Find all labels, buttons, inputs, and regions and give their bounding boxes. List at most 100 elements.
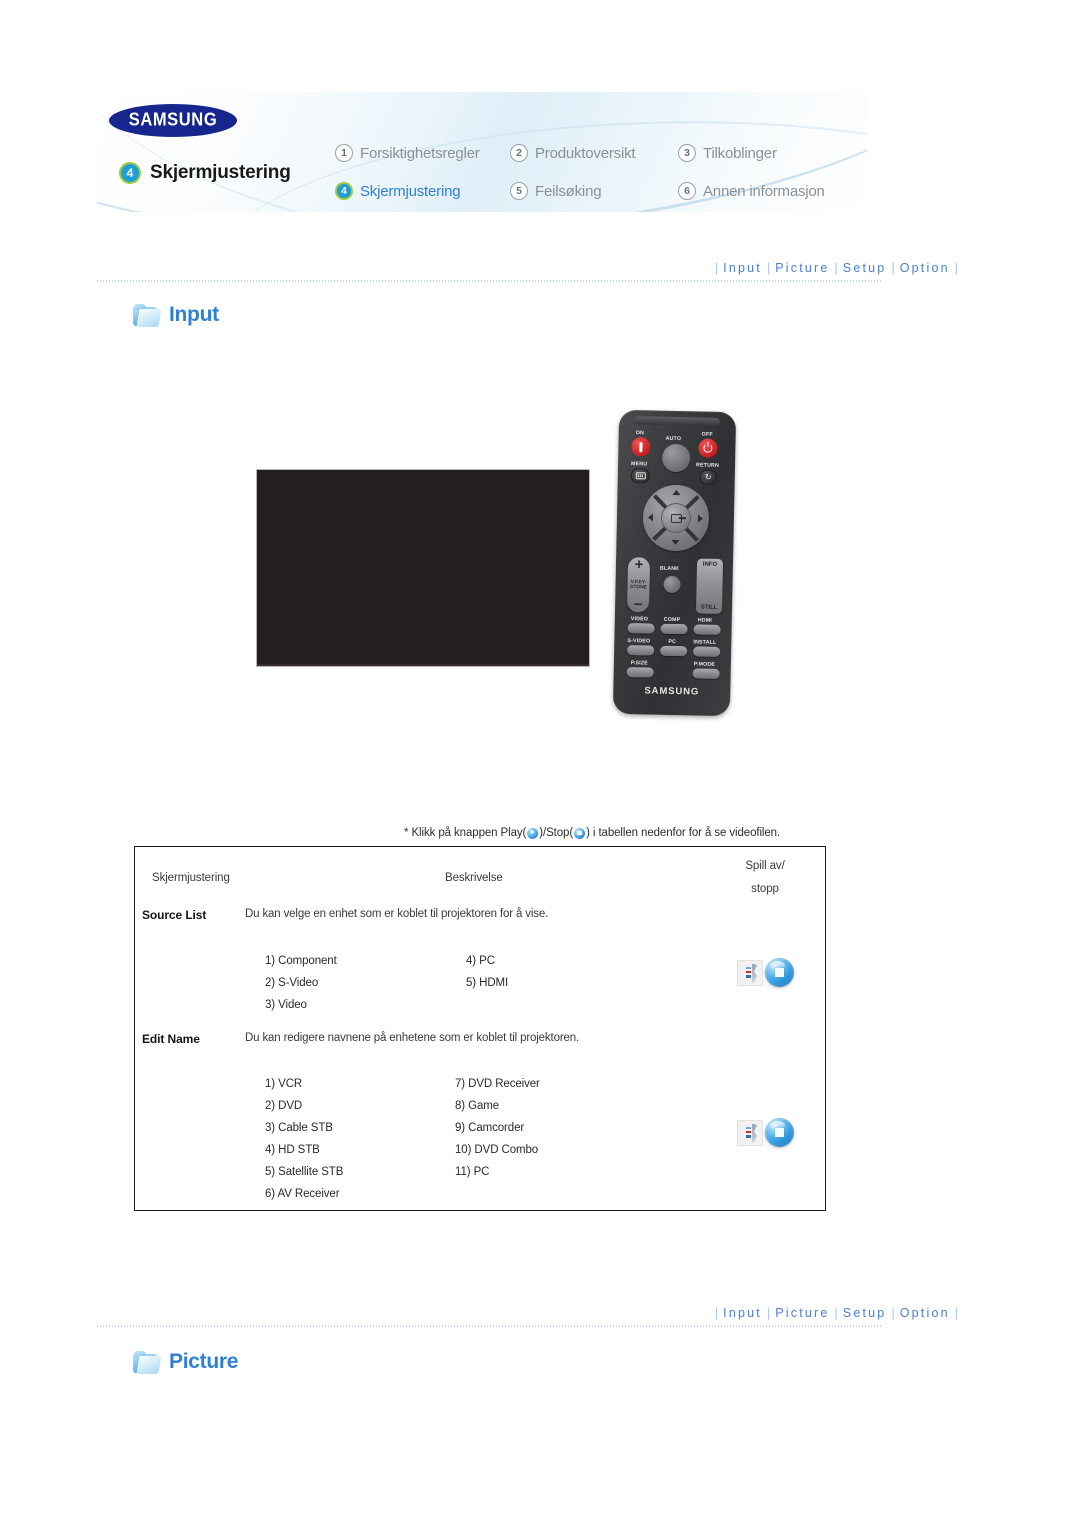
remote-dpad	[642, 484, 710, 552]
subnav-separator: |	[954, 1306, 958, 1320]
table-option-item: 7) DVD Receiver	[455, 1078, 540, 1090]
subnav-link-option[interactable]: Option	[900, 1306, 950, 1320]
nav-label-1: Forsiktighetsregler	[360, 144, 480, 162]
keystone-minus-icon: −	[633, 596, 643, 614]
divider-bottom	[97, 1325, 883, 1327]
subnav-link-picture[interactable]: Picture	[775, 261, 829, 275]
remote-auto-button	[661, 443, 691, 473]
subnav-separator: |	[766, 261, 771, 275]
table-row-desc-edit-name: Du kan redigere navnene på enhetene som …	[245, 1032, 580, 1044]
remote-label-pmode: P.MODE	[693, 661, 716, 668]
table-option-item: 6) AV Receiver	[265, 1188, 340, 1200]
nav-item-tilkoblinger[interactable]: 3 Tilkoblinger	[678, 144, 855, 162]
subnav-link-picture[interactable]: Picture	[775, 1306, 829, 1320]
remote-power-off-button	[698, 438, 718, 458]
media-controls-source-list[interactable]	[737, 958, 794, 987]
remote-control-image: ON OFF AUTO MENU RETURN ↻ + V.KEY-STONE …	[612, 409, 737, 717]
subnav-separator: |	[834, 261, 838, 275]
table-option-item: 2) DVD	[265, 1100, 303, 1112]
current-section-number: 4	[119, 162, 141, 184]
return-icon: ↻	[704, 472, 712, 482]
remote-svideo-button	[627, 645, 655, 656]
keystone-plus-icon: +	[634, 556, 644, 574]
table-option-item: 11) PC	[455, 1166, 490, 1178]
table-header-col1: Skjermjustering	[152, 872, 230, 884]
remote-label-auto: AUTO	[665, 435, 682, 443]
subnav-link-input[interactable]: Input	[723, 1306, 762, 1320]
stop-button[interactable]	[765, 958, 794, 987]
nav-item-feilsoking[interactable]: 5 Feilsøking	[510, 182, 678, 200]
remote-label-still: STILL	[700, 604, 718, 611]
subnav-link-setup[interactable]: Setup	[843, 1306, 887, 1320]
remote-label-video: VIDEO	[630, 616, 649, 623]
nav-label-4: Skjermjustering	[360, 182, 461, 200]
samsung-logo-text: SAMSUNG	[128, 109, 218, 131]
remote-label-keystone: V.KEY-STONE	[629, 578, 648, 591]
enter-icon	[670, 513, 682, 523]
table-row-label-edit-name: Edit Name	[142, 1032, 200, 1046]
nav-item-annen-informasjon[interactable]: 6 Annen informasjon	[678, 182, 855, 200]
nav-item-forsiktighetsregler[interactable]: 1 Forsiktighetsregler	[335, 144, 510, 162]
remote-menu-button	[630, 468, 650, 484]
chapter-nav: 1 Forsiktighetsregler 2 Produktoversikt …	[335, 134, 855, 210]
table-row-desc-source-list: Du kan velge en enhet som er koblet til …	[245, 908, 549, 920]
broken-image-icon	[737, 959, 763, 986]
subnav-bottom: | Input | Picture | Setup | Option |	[710, 1306, 963, 1320]
remote-pc-button	[660, 645, 688, 657]
remote-blank-button	[663, 575, 681, 594]
remote-label-return: RETURN	[695, 462, 720, 469]
samsung-logo: SAMSUNG	[109, 104, 237, 137]
subnav-separator: |	[954, 261, 958, 275]
remote-install-button	[693, 646, 721, 657]
nav-number-1: 1	[335, 144, 353, 162]
nav-label-2: Produktoversikt	[535, 144, 636, 162]
subnav-link-input[interactable]: Input	[723, 261, 762, 275]
folder-icon	[133, 303, 162, 327]
stop-button[interactable]	[765, 1118, 794, 1147]
dpad-down-icon	[671, 539, 680, 546]
dpad-left-icon	[647, 513, 654, 522]
nav-label-6: Annen informasjon	[703, 182, 825, 200]
page-header-banner: SAMSUNG 4 Skjermjustering 1 Forsiktighet…	[97, 92, 867, 212]
remote-brand-text: SAMSUNG	[644, 685, 700, 698]
table-option-item: 4) HD STB	[265, 1144, 320, 1156]
video-instruction-note: * Klikk på knappen Play( )/Stop( ) i tab…	[404, 827, 780, 839]
section-heading-input: Input	[133, 303, 219, 327]
table-row-label-source-list: Source List	[142, 908, 207, 922]
nav-label-3: Tilkoblinger	[703, 144, 777, 162]
table-header-col3-line1: Spill av/	[745, 860, 785, 872]
remote-label-blank: BLANK	[659, 565, 680, 573]
remote-comp-button	[660, 623, 688, 635]
nav-number-4: 4	[335, 182, 353, 200]
nav-number-5: 5	[510, 182, 528, 200]
dpad-up-icon	[672, 489, 681, 496]
remote-label-comp: COMP	[663, 616, 681, 624]
table-option-item: 2) S-Video	[265, 977, 319, 989]
media-controls-edit-name[interactable]	[737, 1118, 794, 1147]
current-section-label: Skjermjustering	[150, 162, 291, 183]
remote-video-button	[627, 623, 655, 634]
remote-label-on: ON	[635, 430, 645, 437]
nav-item-produktoversikt[interactable]: 2 Produktoversikt	[510, 144, 678, 162]
broken-image-icon	[737, 1119, 763, 1146]
remote-label-install: INSTALL	[693, 639, 717, 646]
remote-keystone-rocker: + V.KEY-STONE −	[626, 556, 651, 614]
table-option-item: 8) Game	[455, 1100, 500, 1112]
remote-hdmi-button	[693, 624, 721, 635]
note-suffix: ) i tabellen nedenfor for å se videofile…	[586, 827, 781, 839]
divider-top	[97, 280, 883, 282]
subnav-link-setup[interactable]: Setup	[843, 261, 887, 275]
remote-pmode-button	[692, 668, 720, 679]
video-placeholder[interactable]	[256, 469, 590, 667]
subnav-link-option[interactable]: Option	[900, 261, 950, 275]
remote-label-pc: PC	[668, 638, 677, 646]
remote-label-hdmi: HDMI	[697, 617, 713, 624]
note-middle: )/Stop(	[539, 827, 574, 839]
section-title-picture: Picture	[169, 1350, 239, 1373]
table-option-item: 10) DVD Combo	[455, 1144, 539, 1156]
note-prefix: * Klikk på knappen Play(	[404, 827, 527, 839]
nav-item-skjermjustering[interactable]: 4 Skjermjustering	[335, 182, 510, 200]
manual-page: SAMSUNG 4 Skjermjustering 1 Forsiktighet…	[0, 0, 1080, 1527]
table-option-item: 1) Component	[265, 955, 337, 967]
settings-table: Skjermjustering Beskrivelse Spill av/ st…	[134, 846, 826, 1211]
